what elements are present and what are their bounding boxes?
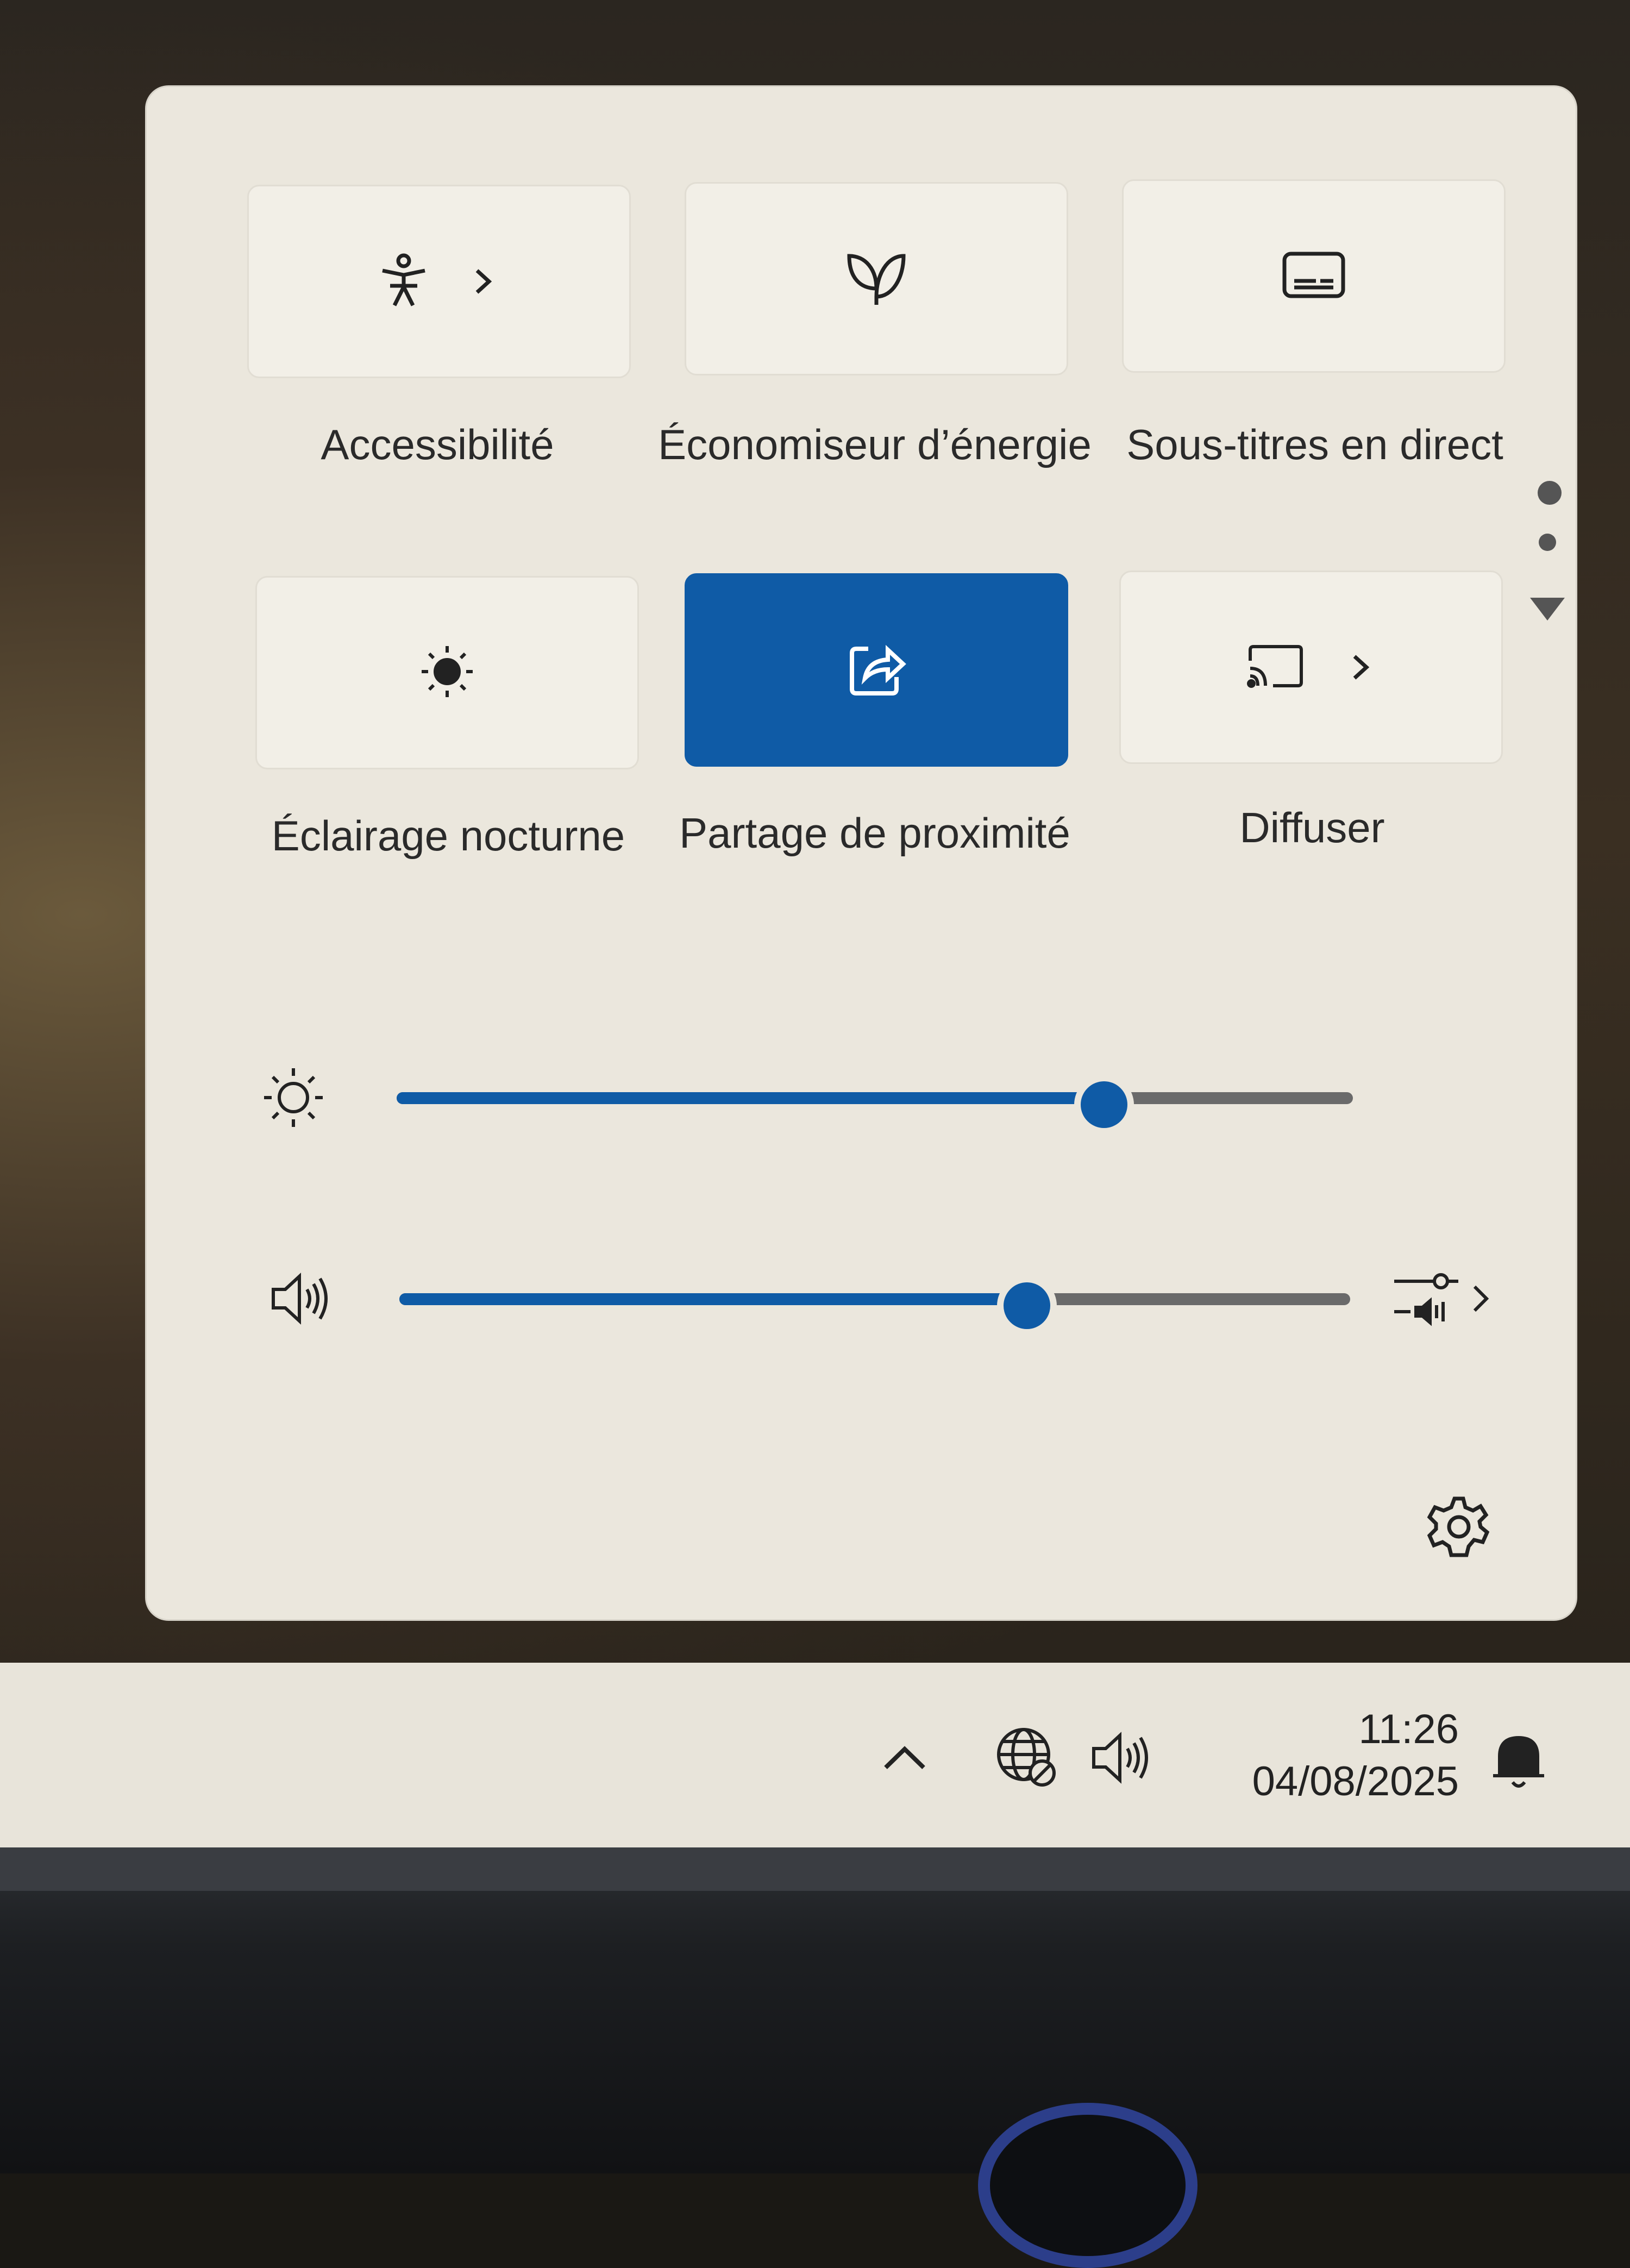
volume-track-fill	[399, 1293, 1027, 1305]
volume-slider[interactable]	[399, 1266, 1350, 1336]
tile-energy-saver[interactable]	[685, 182, 1068, 375]
chevron-right-icon	[1473, 1285, 1489, 1312]
laptop-bezel	[0, 1847, 1630, 2173]
clock-date: 04/08/2025	[1252, 1758, 1459, 1805]
bezel-edge	[0, 1847, 1630, 1891]
chevron-right-icon	[475, 269, 492, 294]
page-dot-2[interactable]	[1539, 534, 1556, 551]
tile-label-accessibility: Accessibilité	[321, 421, 554, 468]
chevron-right-icon	[1353, 655, 1370, 680]
night-light-icon	[417, 642, 477, 704]
gear-icon[interactable]	[1426, 1494, 1491, 1562]
tile-nearby-share[interactable]	[685, 573, 1068, 767]
taskbar-clock[interactable]: 11:26 04/08/2025	[1252, 1703, 1459, 1808]
chevron-up-icon[interactable]	[880, 1741, 929, 1777]
tile-label-live-captions: Sous-titres en direct	[1126, 421, 1503, 468]
volume-thumb[interactable]	[997, 1276, 1057, 1336]
tile-night-light[interactable]	[255, 576, 639, 769]
accessibility-icon	[379, 253, 428, 310]
tile-label-cast: Diffuser	[1239, 804, 1385, 851]
brightness-thumb[interactable]	[1074, 1075, 1134, 1135]
cast-icon	[1246, 644, 1306, 691]
quick-settings-panel: Accessibilité Économiseur d’énergie Sous…	[147, 87, 1576, 1619]
webcam	[978, 2103, 1198, 2268]
tile-label-nearby-share: Partage de proximité	[679, 809, 1070, 857]
audio-output-button[interactable]	[1391, 1266, 1500, 1331]
network-globe-icon[interactable]	[994, 1725, 1060, 1793]
brightness-track-fill	[397, 1092, 1104, 1104]
brightness-sun-icon	[261, 1065, 326, 1133]
live-captions-icon	[1281, 250, 1346, 302]
brightness-row	[147, 1065, 1576, 1135]
scroll-down-arrow-icon[interactable]	[1530, 598, 1565, 621]
notification-bell-icon[interactable]	[1489, 1728, 1548, 1796]
tile-live-captions[interactable]	[1122, 179, 1506, 373]
tile-label-night-light: Éclairage nocturne	[271, 812, 625, 860]
nearby-share-icon	[847, 639, 906, 701]
speaker-icon[interactable]	[1089, 1728, 1155, 1790]
brightness-slider[interactable]	[397, 1065, 1353, 1135]
page-dot-1[interactable]	[1538, 481, 1562, 505]
clock-time: 11:26	[1358, 1706, 1459, 1752]
audio-output-select-icon	[1391, 1273, 1462, 1333]
energy-saver-leaf-icon	[844, 248, 909, 310]
tile-accessibility[interactable]	[247, 185, 631, 378]
tile-label-energy-saver: Économiseur d’énergie	[658, 421, 1092, 468]
speaker-icon[interactable]	[269, 1269, 334, 1331]
taskbar: 11:26 04/08/2025	[0, 1663, 1630, 1847]
volume-row	[147, 1266, 1576, 1336]
tile-cast[interactable]	[1119, 571, 1503, 764]
